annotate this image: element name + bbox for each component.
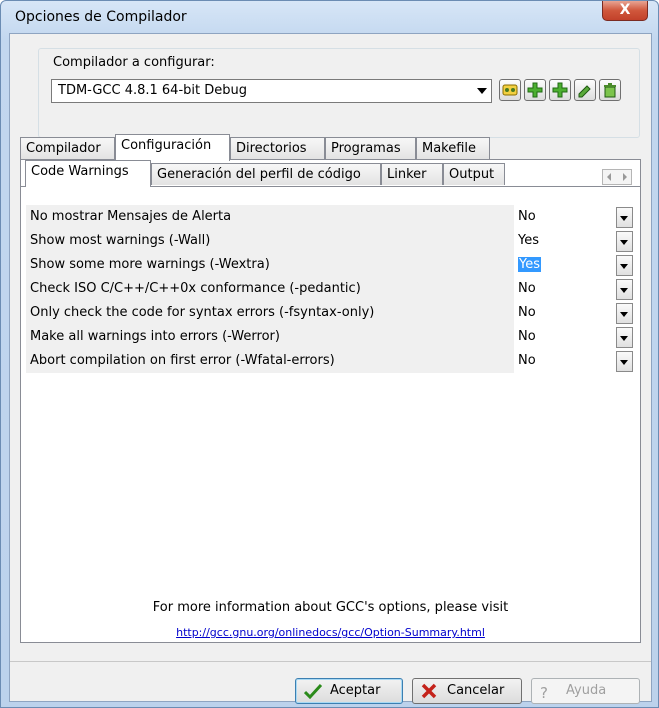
close-x-icon — [421, 683, 437, 699]
option-value[interactable]: No — [514, 277, 610, 301]
option-value[interactable]: Yes — [514, 253, 610, 277]
cancel-button-label: Cancelar — [447, 683, 505, 698]
add-compiler-button[interactable] — [524, 79, 546, 101]
option-dropdown-button[interactable] — [616, 327, 633, 348]
option-value-text: Yes — [518, 233, 539, 248]
chevron-down-icon — [620, 288, 628, 293]
add-compiler-icon — [527, 82, 543, 98]
help-button[interactable]: ? Ayuda — [531, 678, 640, 704]
question-icon: ? — [540, 684, 548, 702]
compiler-select-dropdown[interactable]: TDM-GCC 4.8.1 64-bit Debug — [51, 79, 492, 103]
option-dropdown-button[interactable] — [616, 255, 633, 276]
accept-button[interactable]: Aceptar — [295, 678, 403, 704]
option-label: Show most warnings (-Wall) — [26, 229, 514, 253]
configuration-panel: Code Warnings Generación del perfil de c… — [20, 159, 641, 643]
option-value[interactable]: No — [514, 301, 610, 325]
copy-settings-button[interactable] — [499, 79, 521, 101]
option-value[interactable]: No — [514, 349, 610, 373]
tab-configuracion[interactable]: Configuración — [115, 134, 230, 161]
option-row[interactable]: Check ISO C/C++/C++0x conformance (-peda… — [26, 277, 634, 301]
cancel-button[interactable]: Cancelar — [412, 678, 522, 704]
chevron-down-icon — [620, 312, 628, 317]
arrow-left-icon[interactable] — [607, 173, 611, 181]
subtab-linker[interactable]: Linker — [381, 163, 443, 185]
title-bar: Opciones de Compilador X — [1, 1, 658, 33]
add-compiler-alt-icon — [552, 82, 568, 98]
subtab-code-warnings[interactable]: Code Warnings — [25, 160, 151, 187]
dialog-client-area: Compilador a configurar: TDM-GCC 4.8.1 6… — [9, 33, 652, 704]
gcc-options-link[interactable]: http://gcc.gnu.org/onlinedocs/gcc/Option… — [20, 626, 641, 639]
option-row[interactable]: Make all warnings into errors (-Werror) … — [26, 325, 634, 349]
option-label: Abort compilation on first error (-Wfata… — [26, 349, 514, 373]
option-value-text: No — [518, 281, 536, 296]
check-icon — [304, 683, 322, 699]
option-dropdown-button[interactable] — [616, 279, 633, 300]
rename-icon — [578, 85, 591, 98]
subtab-generacion-perfil[interactable]: Generación del perfil de código — [151, 163, 381, 185]
footer-divider — [10, 661, 651, 662]
option-row[interactable]: Abort compilation on first error (-Wfata… — [26, 349, 634, 373]
accept-button-label: Aceptar — [330, 683, 381, 698]
rename-compiler-button[interactable] — [574, 79, 596, 101]
delete-compiler-button[interactable] — [599, 79, 621, 101]
option-value[interactable]: No — [514, 205, 610, 229]
compiler-select-group: Compilador a configurar: TDM-GCC 4.8.1 6… — [38, 48, 640, 138]
option-value-text-selected: Yes — [518, 257, 541, 272]
option-row[interactable]: Show most warnings (-Wall) Yes — [26, 229, 634, 253]
compiler-select-value: TDM-GCC 4.8.1 64-bit Debug — [58, 83, 247, 98]
option-value-text: No — [518, 353, 536, 368]
info-text: For more information about GCC's options… — [152, 600, 509, 615]
option-label: Make all warnings into errors (-Werror) — [26, 325, 514, 349]
tab-compilador[interactable]: Compilador — [20, 137, 115, 159]
option-dropdown-button[interactable] — [616, 231, 633, 252]
compiler-select-label: Compilador a configurar: — [53, 55, 215, 70]
window-title: Opciones de Compilador — [15, 9, 187, 25]
option-value-text: No — [518, 305, 536, 320]
option-row[interactable]: Show some more warnings (-Wextra) Yes — [26, 253, 634, 277]
dialog-window: Opciones de Compilador X Compilador a co… — [0, 0, 659, 708]
copy-settings-icon — [502, 84, 518, 96]
chevron-down-icon — [620, 360, 628, 365]
option-row[interactable]: Only check the code for syntax errors (-… — [26, 301, 634, 325]
option-label: Only check the code for syntax errors (-… — [26, 301, 514, 325]
tab-makefile[interactable]: Makefile — [416, 137, 490, 159]
add-compiler-alt-button[interactable] — [549, 79, 571, 101]
option-value[interactable]: No — [514, 325, 610, 349]
option-dropdown-button[interactable] — [616, 207, 633, 228]
chevron-down-icon — [620, 264, 628, 269]
chevron-down-icon — [620, 216, 628, 221]
option-label: Check ISO C/C++/C++0x conformance (-peda… — [26, 277, 514, 301]
option-row[interactable]: No mostrar Mensajes de Alerta No — [26, 205, 634, 229]
delete-icon — [604, 83, 616, 98]
tab-programas[interactable]: Programas — [325, 137, 416, 159]
tab-directorios[interactable]: Directorios — [230, 137, 325, 159]
chevron-down-icon — [477, 88, 487, 94]
option-dropdown-button[interactable] — [616, 303, 633, 324]
option-label: Show some more warnings (-Wextra) — [26, 253, 514, 277]
option-value-text: No — [518, 209, 536, 224]
arrow-right-icon[interactable] — [623, 173, 627, 181]
chevron-down-icon — [620, 240, 628, 245]
option-value-text: No — [518, 329, 536, 344]
help-button-label: Ayuda — [566, 683, 607, 698]
option-dropdown-button[interactable] — [616, 351, 633, 372]
subtab-output[interactable]: Output — [443, 163, 505, 185]
option-value[interactable]: Yes — [514, 229, 610, 253]
tab-scroll-buttons[interactable] — [602, 169, 632, 185]
chevron-down-icon — [620, 336, 628, 341]
option-label: No mostrar Mensajes de Alerta — [26, 205, 514, 229]
close-button[interactable]: X — [602, 1, 648, 21]
